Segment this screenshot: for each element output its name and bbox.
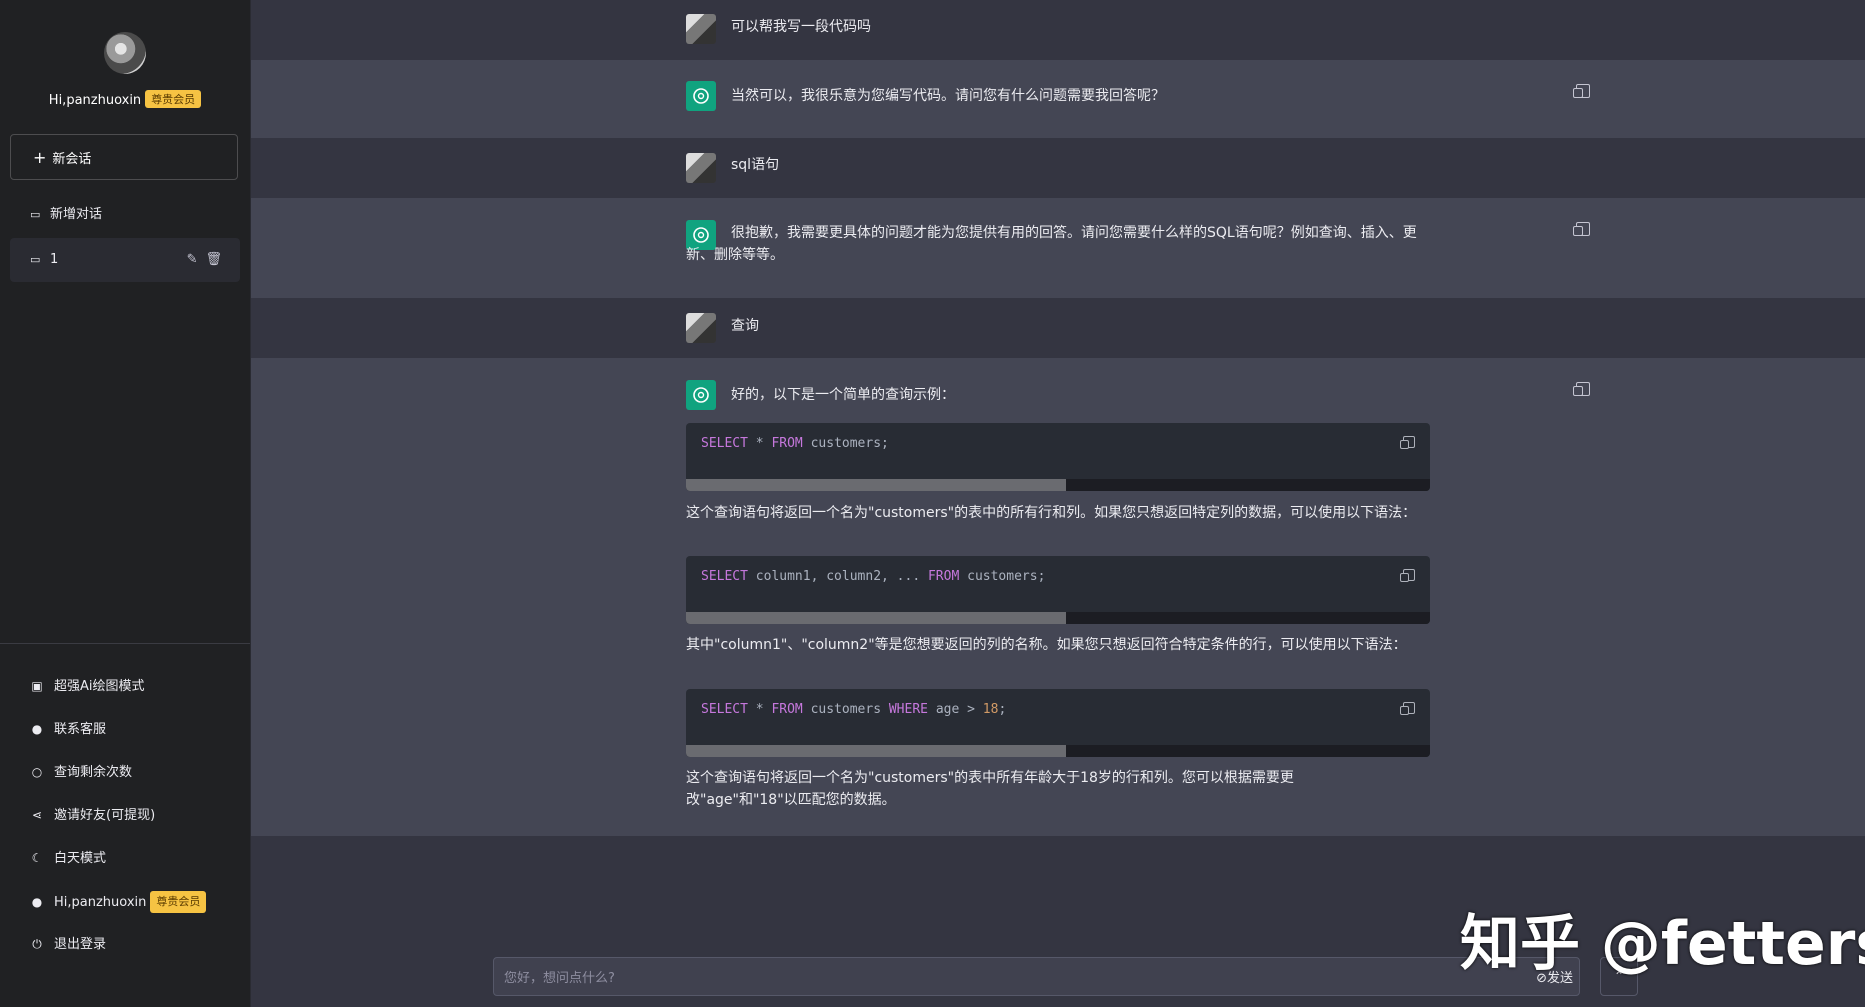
user-avatar <box>686 313 716 343</box>
menu-label: 白天模式 <box>54 851 107 866</box>
sidebar: Hi,panzhuoxin 尊贵会员 + 新会话 ▭ 新增对话 ▭ 1 ✎ 🗑 ▣ 超强Ai… <box>0 0 251 1007</box>
chat-bubble-icon: ▭ <box>30 253 41 266</box>
message-text: 查询 <box>731 318 759 334</box>
new-chat-label: 新会话 <box>52 152 92 167</box>
vip-badge: 尊贵会员 <box>145 90 202 108</box>
menu-invite-friends[interactable]: ⋖ 邀请好友(可提现) <box>28 805 155 825</box>
user-icon: ● <box>31 895 43 909</box>
conversation-actions: ✎ 🗑 <box>179 238 222 282</box>
scrollbar-thumb[interactable] <box>686 479 1066 491</box>
horizontal-scrollbar[interactable] <box>686 745 1430 757</box>
code-block: SELECT * FROM customers WHERE age > 18; <box>686 689 1430 757</box>
code-line: SELECT * FROM customers WHERE age > 18; <box>701 702 1007 717</box>
copy-code-icon[interactable] <box>1400 702 1415 715</box>
user-greeting-row: Hi,panzhuoxin 尊贵会员 <box>0 90 250 108</box>
user-greeting: Hi,panzhuoxin <box>48 93 142 108</box>
code-line: SELECT column1, column2, ... FROM custom… <box>701 569 1046 584</box>
horizontal-scrollbar[interactable] <box>686 612 1430 624</box>
message-text: 当然可以，我很乐意为您编写代码。请问您有什么问题需要我回答呢？ <box>731 88 1165 104</box>
copy-code-icon[interactable] <box>1400 436 1415 449</box>
copy-code-icon[interactable] <box>1400 569 1415 582</box>
share-icon: ⋖ <box>31 808 43 822</box>
menu-day-mode[interactable]: ☾ 白天模式 <box>28 848 106 868</box>
conversation-label: 1 <box>50 252 59 267</box>
sidebar-divider <box>0 643 250 644</box>
menu-label: 退出登录 <box>54 937 107 952</box>
menu-query-remaining[interactable]: ○ 查询剩余次数 <box>28 762 132 782</box>
edit-icon[interactable]: ✎ <box>187 252 198 267</box>
code-block: SELECT column1, column2, ... FROM custom… <box>686 556 1430 624</box>
user-message: 可以帮我写一段代码吗 <box>251 0 1865 60</box>
openai-logo-icon <box>686 380 716 410</box>
new-chat-button[interactable]: + 新会话 <box>10 134 238 180</box>
message-text: 很抱歉，我需要更具体的问题才能为您提供有用的回答。请问您需要什么样的SQL语句呢… <box>686 225 1417 263</box>
image-icon: ▣ <box>31 679 43 693</box>
user-message: sql语句 <box>251 138 1865 198</box>
power-icon: ⏻ <box>32 937 42 951</box>
conversation-label: 新增对话 <box>50 207 103 222</box>
scrollbar-thumb[interactable] <box>686 612 1066 624</box>
watermark: 知乎 @fetters <box>1460 909 1865 979</box>
user-avatar <box>686 14 716 44</box>
bot-message: 很抱歉，我需要更具体的问题才能为您提供有用的回答。请问您需要什么样的SQL语句呢… <box>251 198 1865 298</box>
scrollbar-thumb[interactable] <box>686 745 1066 757</box>
code-block: SELECT * FROM customers; <box>686 423 1430 491</box>
menu-label: 联系客服 <box>54 722 107 737</box>
user-message: 查询 <box>251 298 1865 358</box>
wechat-icon: ● <box>31 722 43 736</box>
message-input[interactable] <box>502 966 1456 990</box>
menu-label: Hi,panzhuoxin <box>54 895 147 910</box>
bot-message: 当然可以，我很乐意为您编写代码。请问您有什么问题需要我回答呢？ <box>251 60 1865 138</box>
menu-logout[interactable]: ⏻ 退出登录 <box>28 934 106 954</box>
search-icon: ○ <box>31 765 43 779</box>
sidebar-item-conversation[interactable]: ▭ 新增对话 <box>10 193 240 237</box>
plus-icon: + <box>33 148 47 167</box>
copy-icon[interactable] <box>1573 382 1590 396</box>
horizontal-scrollbar[interactable] <box>686 479 1430 491</box>
paragraph-text: 这个查询语句将返回一个名为"customers"的表中的所有行和列。如果您只想返… <box>686 505 1417 521</box>
trash-icon[interactable]: 🗑 <box>205 252 222 267</box>
copy-icon[interactable] <box>1573 84 1590 98</box>
user-avatar <box>686 153 716 183</box>
avatar[interactable] <box>104 32 146 74</box>
message-text: 可以帮我写一段代码吗 <box>731 19 871 35</box>
message-text: sql语句 <box>731 157 780 173</box>
menu-label: 邀请好友(可提现) <box>54 808 156 823</box>
menu-user-profile[interactable]: ● Hi,panzhuoxin 尊贵会员 <box>28 891 207 913</box>
message-input-box: ⊘发送 <box>493 957 1580 996</box>
openai-logo-icon <box>686 81 716 111</box>
copy-icon[interactable] <box>1573 222 1590 236</box>
moon-icon: ☾ <box>31 851 43 865</box>
menu-ai-drawing[interactable]: ▣ 超强Ai绘图模式 <box>28 676 145 696</box>
message-text: 好的，以下是一个简单的查询示例： <box>731 387 955 403</box>
code-line: SELECT * FROM customers; <box>701 436 889 451</box>
vip-badge: 尊贵会员 <box>150 891 207 913</box>
paragraph-text: 这个查询语句将返回一个名为"customers"的表中所有年龄大于18岁的行和列… <box>686 770 1294 808</box>
chat-bubble-icon: ▭ <box>30 208 41 221</box>
menu-label: 查询剩余次数 <box>54 765 133 780</box>
paragraph-text: 其中"column1"、"column2"等是您想要返回的列的名称。如果您只想返… <box>686 637 1407 653</box>
menu-contact-support[interactable]: ● 联系客服 <box>28 719 106 739</box>
sidebar-item-conversation-active[interactable]: ▭ 1 ✎ 🗑 <box>10 238 240 282</box>
menu-label: 超强Ai绘图模式 <box>54 679 145 694</box>
